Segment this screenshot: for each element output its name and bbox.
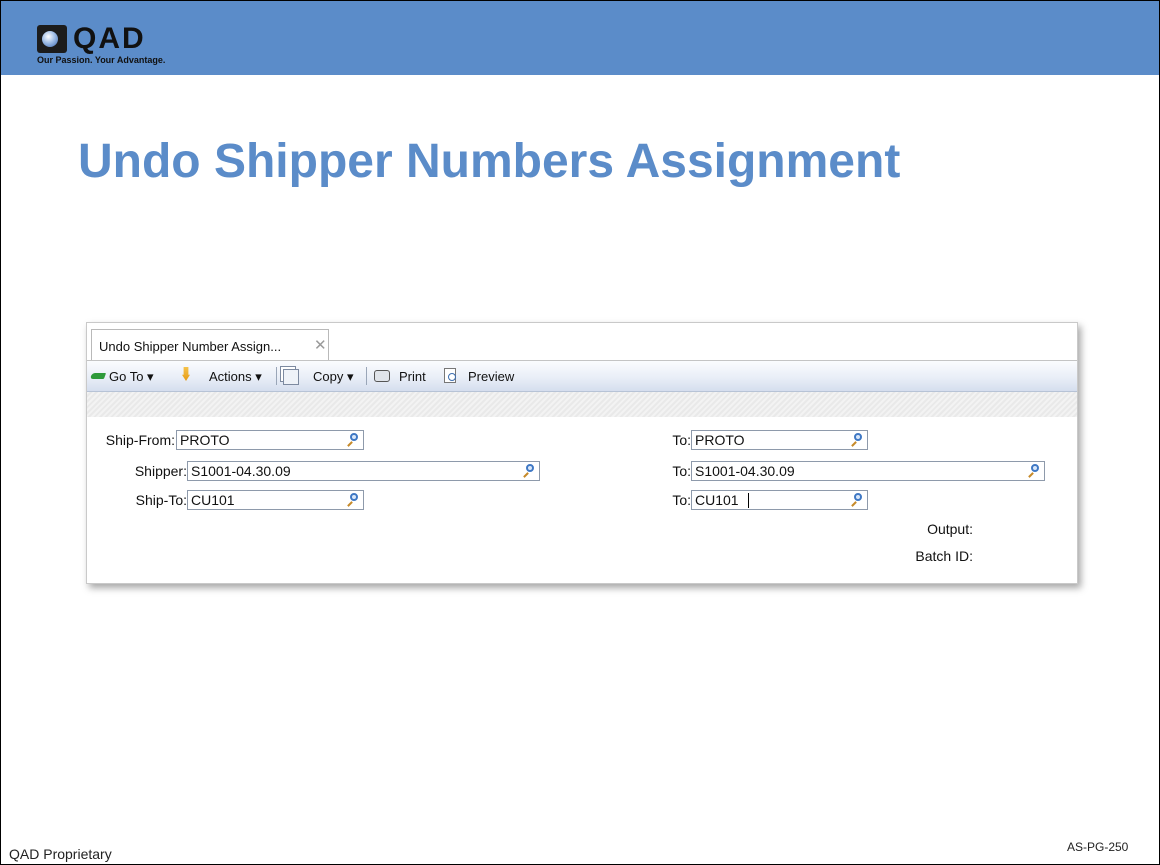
- app-window: Undo Shipper Number Assign... ✕ Go To ▾ …: [86, 322, 1078, 584]
- ship-from-field[interactable]: PROTO: [176, 430, 364, 450]
- tab-label: Undo Shipper Number Assign...: [99, 339, 282, 354]
- form-header-strip: [87, 392, 1077, 417]
- goto-button[interactable]: Go To ▾: [109, 369, 154, 385]
- page-title: Undo Shipper Numbers Assignment: [78, 135, 901, 188]
- shipper-value: S1001-04.30.09: [191, 463, 291, 479]
- shipper-to-field[interactable]: S1001-04.30.09: [691, 461, 1045, 481]
- lookup-search-icon[interactable]: [521, 463, 537, 479]
- shipper-to-value: S1001-04.30.09: [695, 463, 795, 479]
- footer-page-code: AS-PG-250: [1067, 840, 1129, 854]
- lookup-search-icon[interactable]: [345, 432, 361, 448]
- ship-to-to-label: To:: [672, 492, 691, 508]
- logo-text: QAD: [73, 22, 146, 55]
- ship-from-to-value: PROTO: [695, 432, 745, 448]
- ship-from-value: PROTO: [180, 432, 230, 448]
- goto-arrow-icon: [89, 373, 107, 379]
- text-cursor: [748, 493, 749, 508]
- shipper-field[interactable]: S1001-04.30.09: [187, 461, 540, 481]
- copy-button[interactable]: Copy ▾: [313, 369, 354, 385]
- close-icon[interactable]: ✕: [314, 336, 327, 354]
- toolbar-divider: [276, 367, 277, 385]
- ship-to-to-field[interactable]: CU101: [691, 490, 868, 510]
- lookup-search-icon[interactable]: [345, 492, 361, 508]
- shipper-label: Shipper:: [134, 463, 187, 479]
- ship-from-label: Ship-From:: [105, 432, 175, 448]
- copy-icon: [283, 369, 299, 385]
- lookup-search-icon[interactable]: [1026, 463, 1042, 479]
- lookup-search-icon[interactable]: [849, 492, 865, 508]
- ship-from-to-label: To:: [672, 432, 691, 448]
- ship-to-field[interactable]: CU101: [187, 490, 364, 510]
- print-button[interactable]: Print: [399, 369, 426, 384]
- tab-undo-shipper[interactable]: Undo Shipper Number Assign... ✕: [91, 329, 329, 360]
- toolbar-divider: [366, 367, 367, 385]
- logo-tagline: Our Passion. Your Advantage.: [37, 55, 166, 65]
- printer-icon: [374, 370, 390, 382]
- qad-logo-icon: [37, 25, 67, 53]
- actions-icon: [182, 367, 190, 381]
- header-bar: QAD Our Passion. Your Advantage.: [1, 1, 1159, 75]
- actions-button[interactable]: Actions ▾: [209, 369, 262, 385]
- batch-id-label: Batch ID:: [915, 548, 973, 564]
- lookup-search-icon[interactable]: [849, 432, 865, 448]
- ship-from-to-field[interactable]: PROTO: [691, 430, 868, 450]
- ship-to-label: Ship-To:: [135, 492, 187, 508]
- ship-to-value: CU101: [191, 492, 235, 508]
- footer-proprietary: QAD Proprietary: [9, 846, 112, 862]
- preview-icon: [444, 368, 456, 383]
- tab-strip: Undo Shipper Number Assign... ✕: [87, 323, 1077, 361]
- preview-button[interactable]: Preview: [468, 369, 514, 384]
- ship-to-to-value: CU101: [695, 492, 739, 508]
- toolbar: Go To ▾ Actions ▾ Copy ▾ Print Preview: [87, 361, 1077, 392]
- output-label: Output:: [927, 521, 973, 537]
- shipper-to-label: To:: [672, 463, 691, 479]
